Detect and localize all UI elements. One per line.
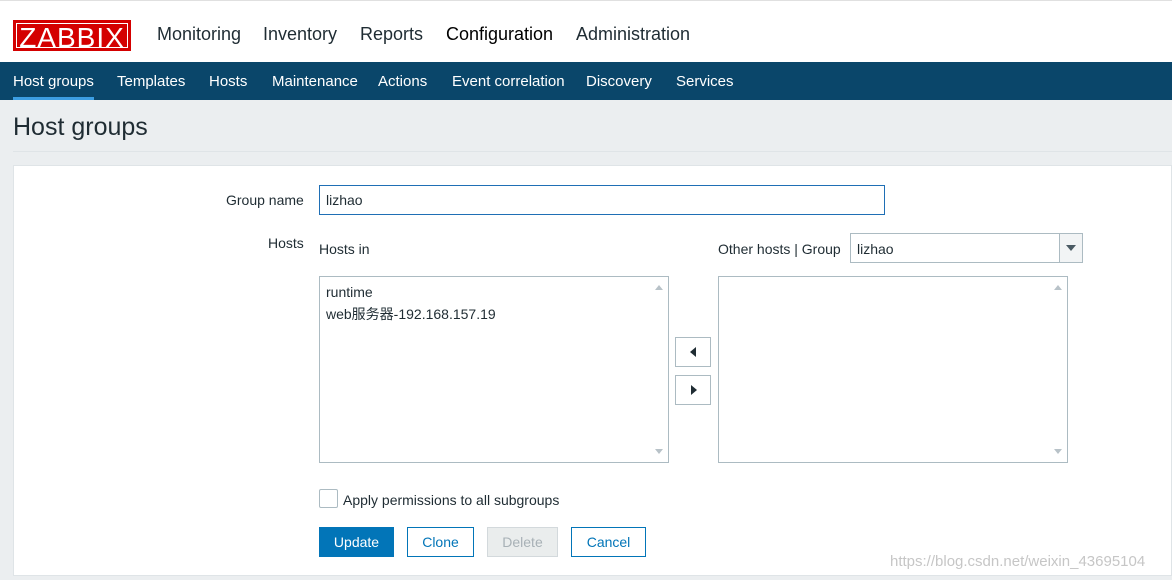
sub-nav-host-groups[interactable]: Host groups [13,73,94,100]
sub-nav-actions[interactable]: Actions [378,73,427,90]
clone-button[interactable]: Clone [407,527,474,557]
group-name-input[interactable] [319,185,885,215]
sub-nav-hosts[interactable]: Hosts [209,73,247,90]
scroll-down-icon[interactable] [1054,449,1062,454]
hosts-in-label: Hosts in [319,241,370,257]
list-item[interactable]: web服务器-192.168.157.19 [326,304,496,324]
other-group-selected-value: lizhao [857,241,894,257]
update-button[interactable]: Update [319,527,394,557]
watermark-text: https://blog.csdn.net/weixin_43695104 [890,553,1146,570]
scroll-up-icon[interactable] [1054,285,1062,290]
main-nav-monitoring[interactable]: Monitoring [157,24,241,45]
scroll-down-icon[interactable] [655,449,663,454]
group-name-label: Group name [226,192,304,208]
other-hosts-label: Other hosts | Group [718,241,841,257]
sub-nav-templates[interactable]: Templates [117,73,185,90]
arrow-left-icon [690,347,696,357]
sub-nav: Host groups Templates Hosts Maintenance … [0,62,1172,100]
zabbix-logo[interactable]: ZABBIX [13,20,131,53]
main-nav-configuration[interactable]: Configuration [446,24,553,45]
scroll-up-icon[interactable] [655,285,663,290]
move-right-button[interactable] [675,375,711,405]
sub-nav-services[interactable]: Services [676,73,734,90]
cancel-button[interactable]: Cancel [571,527,646,557]
scrollbar[interactable] [1049,277,1067,462]
sub-nav-event-correlation[interactable]: Event correlation [452,73,565,90]
main-nav-reports[interactable]: Reports [360,24,423,45]
hosts-in-listbox[interactable]: runtime web服务器-192.168.157.19 [319,276,669,463]
sub-nav-discovery[interactable]: Discovery [586,73,652,90]
other-hosts-listbox[interactable] [718,276,1068,463]
apply-subgroups-checkbox[interactable] [319,489,338,508]
move-left-button[interactable] [675,337,711,367]
list-item[interactable]: runtime [326,284,373,300]
other-group-select[interactable]: lizhao [850,233,1083,263]
main-nav-inventory[interactable]: Inventory [263,24,337,45]
page-title: Host groups [13,113,148,141]
chevron-down-icon[interactable] [1059,234,1082,262]
sub-nav-maintenance[interactable]: Maintenance [272,73,358,90]
hosts-label: Hosts [268,235,304,251]
main-nav-administration[interactable]: Administration [576,24,690,45]
title-divider [13,151,1172,152]
scrollbar[interactable] [650,277,668,462]
delete-button[interactable]: Delete [487,527,558,557]
apply-subgroups-label[interactable]: Apply permissions to all subgroups [343,492,559,508]
arrow-right-icon [691,385,697,395]
top-header: ZABBIX Monitoring Inventory Reports Conf… [0,0,1172,62]
